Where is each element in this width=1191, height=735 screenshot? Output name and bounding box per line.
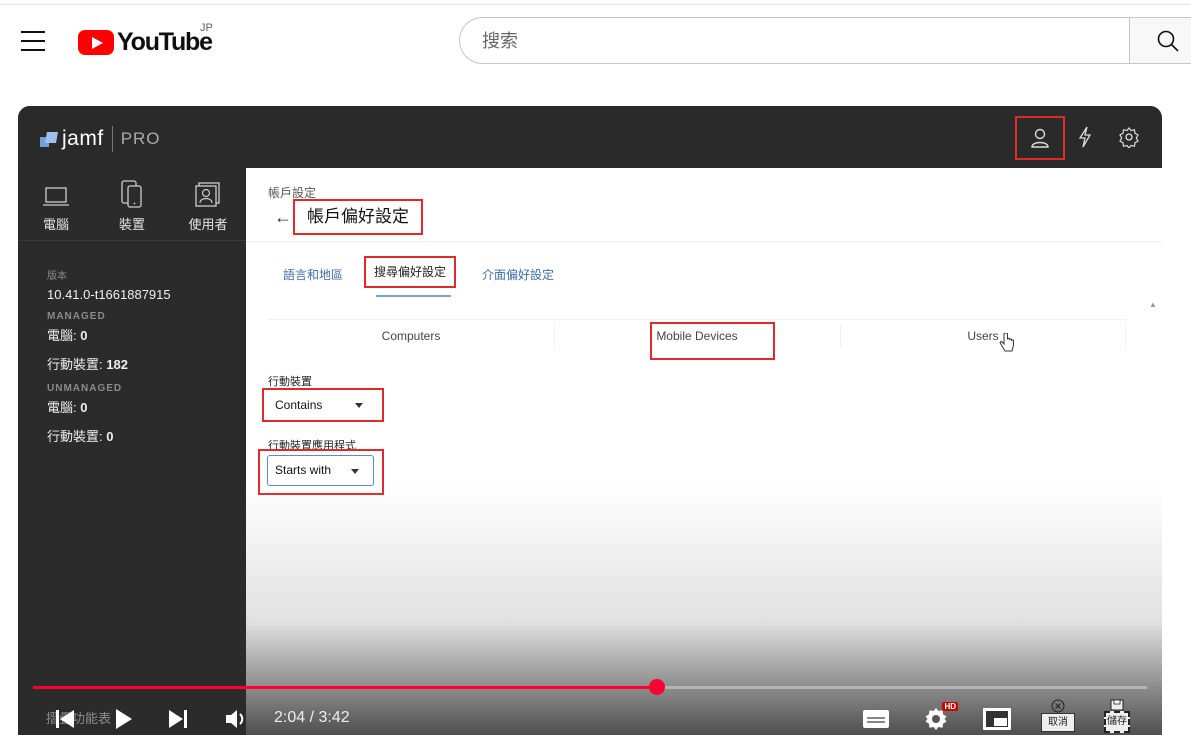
managed-computers-label: 電腦: — [47, 328, 77, 343]
search-icon — [1157, 30, 1179, 52]
hd-badge: HD — [942, 702, 958, 711]
managed-computers-row: 電腦: 0 — [47, 325, 171, 344]
scrubber-handle[interactable] — [649, 679, 665, 695]
jamf-logo: jamf PRO — [40, 126, 161, 152]
play-button[interactable] — [110, 704, 138, 734]
user-icon — [1031, 128, 1049, 148]
nav-computers[interactable]: 電腦 — [26, 180, 86, 233]
managed-label: MANAGED — [47, 311, 106, 322]
previous-button[interactable] — [50, 704, 80, 734]
unmanaged-computers-count: 0 — [80, 400, 88, 415]
subtab-computers[interactable]: Computers — [268, 320, 554, 352]
youtube-logo-text: YouTube — [117, 27, 213, 56]
next-button[interactable] — [164, 704, 192, 734]
actions-button[interactable] — [1068, 120, 1102, 154]
volume-icon — [226, 710, 244, 728]
scroll-up-icon[interactable]: ▲ — [1149, 300, 1157, 309]
player-controls-gradient — [246, 483, 1162, 735]
mobile-device-operator-select[interactable]: Contains — [267, 392, 377, 418]
cancel-label: 取消 — [1041, 712, 1075, 732]
save-label: 儲存 — [1104, 711, 1130, 733]
volume-button[interactable] — [221, 704, 253, 734]
nav-devices[interactable]: 裝置 — [102, 180, 162, 233]
logo-divider — [111, 126, 113, 152]
chevron-down-icon — [355, 403, 363, 408]
jamf-top-bar: jamf PRO — [18, 106, 1162, 168]
settings-button[interactable] — [1112, 120, 1146, 154]
youtube-logo[interactable]: YouTube — [78, 27, 213, 56]
unmanaged-label: UNMANAGED — [47, 383, 123, 394]
time-display: 2:04 / 3:42 — [274, 709, 350, 726]
active-tab-indicator — [376, 295, 451, 297]
sidebar-nav: 電腦 裝置 使用者 — [18, 168, 246, 241]
chevron-down-icon — [351, 469, 359, 474]
search-button[interactable] — [1129, 17, 1191, 64]
jamf-sidebar: 電腦 裝置 使用者 版本 10.41.0-t1661887915 MANAGED… — [18, 168, 246, 735]
save-icon — [1110, 699, 1124, 711]
version-value: 10.41.0-t1661887915 — [47, 287, 171, 302]
version-label: 版本 — [47, 271, 67, 282]
page-title: 帳戶偏好設定 — [293, 199, 423, 235]
subtab-divider — [1125, 324, 1126, 348]
mobile-devices-highlight — [650, 322, 775, 360]
mobile-app-operator-select[interactable]: Starts with — [267, 455, 374, 486]
close-circle-icon — [1051, 699, 1065, 712]
search-box — [459, 17, 1129, 64]
progress-played — [33, 686, 657, 689]
mobile-app-operator-value: Starts with — [275, 463, 332, 477]
subtitles-icon — [863, 710, 889, 728]
tab-interface-preferences[interactable]: 介面偏好設定 — [482, 266, 554, 283]
next-icon — [169, 710, 187, 728]
miniplayer-button[interactable] — [980, 704, 1014, 734]
laptop-icon — [43, 187, 69, 206]
subtitles-button[interactable] — [860, 704, 892, 734]
tab-search-preferences[interactable]: 搜尋偏好設定 — [364, 256, 456, 288]
mobile-device-field-label: 行動裝置 — [268, 376, 312, 388]
managed-devices-row: 行動裝置: 182 — [47, 354, 171, 373]
nav-users-label: 使用者 — [188, 217, 228, 232]
nav-devices-label: 裝置 — [118, 217, 145, 232]
video-player[interactable]: jamf PRO 電腦 裝置 使用者 版本 10.41.0-t166188791… — [18, 106, 1162, 735]
jamf-brand: jamf — [62, 127, 104, 150]
managed-devices-count: 182 — [106, 357, 128, 372]
lightning-icon — [1078, 126, 1092, 148]
gear-icon — [1119, 127, 1139, 148]
unmanaged-devices-row: 行動裝置: 0 — [47, 426, 171, 445]
unmanaged-computers-label: 電腦: — [47, 400, 77, 415]
user-card-icon — [195, 182, 220, 207]
search-input[interactable] — [480, 27, 1104, 56]
play-icon — [116, 709, 132, 729]
jamf-mark-icon — [40, 132, 57, 147]
settings-quality-button[interactable]: HD — [920, 702, 958, 734]
managed-devices-label: 行動裝置: — [47, 357, 103, 372]
server-info: 版本 10.41.0-t1661887915 MANAGED 電腦: 0 行動裝… — [47, 267, 171, 445]
mobile-device-operator-value: Contains — [275, 398, 323, 412]
jamf-main-panel: 帳戶設定 ← 帳戶偏好設定 語言和地區 搜尋偏好設定 介面偏好設定 ▲ Comp… — [246, 168, 1162, 735]
youtube-play-icon — [78, 29, 114, 55]
hand-cursor-icon — [999, 333, 1014, 352]
save-button[interactable]: 儲存 — [1100, 696, 1134, 735]
header-divider — [246, 241, 1162, 242]
nav-computers-label: 電腦 — [42, 217, 69, 232]
managed-computers-count: 0 — [80, 328, 88, 343]
jamf-product: PRO — [120, 129, 161, 148]
unmanaged-devices-label: 行動裝置: — [47, 429, 103, 444]
previous-icon — [56, 710, 74, 728]
menu-icon[interactable] — [21, 31, 45, 51]
mobile-device-icon — [121, 180, 142, 208]
miniplayer-icon — [983, 708, 1011, 730]
back-arrow-icon[interactable]: ← — [274, 207, 292, 228]
region-code: JP — [200, 22, 213, 34]
unmanaged-devices-count: 0 — [106, 429, 114, 444]
subtab-users[interactable]: Users — [840, 320, 1126, 352]
tab-language-region[interactable]: 語言和地區 — [283, 266, 343, 283]
youtube-header: YouTube JP — [0, 0, 1191, 80]
cancel-button[interactable]: 取消 — [1040, 696, 1076, 734]
nav-users[interactable]: 使用者 — [178, 180, 238, 233]
unmanaged-computers-row: 電腦: 0 — [47, 397, 171, 416]
account-button[interactable] — [1015, 116, 1065, 160]
